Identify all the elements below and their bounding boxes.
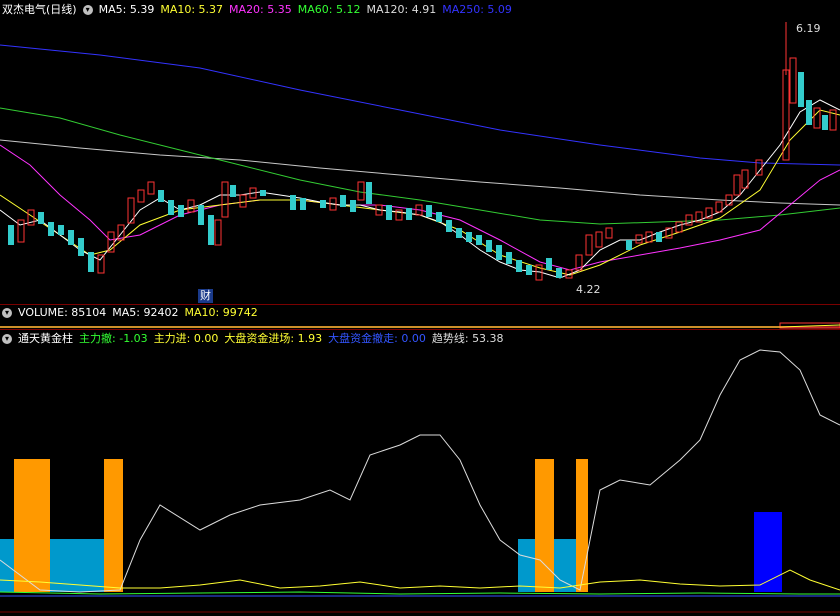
ma60-line	[0, 107, 840, 225]
indicator-item: 趋势线: 53.38	[431, 332, 504, 345]
indicator-title: 通天黄金柱	[18, 332, 73, 345]
ma5-line	[0, 99, 840, 279]
volume-ma5-readout: MA5: 92402	[112, 306, 179, 319]
volume-readout: VOLUME: 85104	[18, 306, 107, 319]
ma20-readout: MA20: 5.35	[229, 3, 292, 16]
indicator-bars	[0, 459, 782, 592]
ma120-line	[0, 139, 840, 206]
volume-bars	[0, 322, 840, 329]
ma5-readout: MA5: 5.39	[98, 3, 155, 16]
indicator-item: 大盘资金进场: 1.93	[224, 332, 323, 345]
ma10-readout: MA10: 5.37	[160, 3, 224, 16]
high-price-label: 6.19	[796, 22, 821, 35]
volume-settings-icon[interactable]: ▾	[2, 308, 12, 318]
indicator-item: 主力撤: -1.03	[79, 332, 148, 345]
ma250-readout: MA250: 5.09	[442, 3, 512, 16]
volume-panel-header: ▾ VOLUME: 85104 MA5: 92402 MA10: 99742	[0, 305, 258, 321]
trend-line	[0, 349, 840, 593]
earnings-badge[interactable]: 财	[198, 289, 213, 303]
exit-flow-line	[0, 591, 840, 595]
ma20-line	[0, 144, 840, 271]
settings-circle-icon[interactable]: ▾	[82, 5, 93, 15]
indicator-panel-header: ▾ 通天黄金柱 主力撤: -1.03 主力进: 0.00 大盘资金进场: 1.9…	[0, 331, 504, 347]
ma60-readout: MA60: 5.12	[297, 3, 361, 16]
ma120-readout: MA120: 4.91	[366, 3, 437, 16]
ma250-line	[0, 44, 840, 166]
indicator-item: 大盘资金撤走: 0.00	[328, 332, 426, 345]
panel-separator	[0, 329, 840, 330]
indicator-item: 主力进: 0.00	[153, 332, 219, 345]
main-panel-header: 双杰电气(日线) ▾ MA5: 5.39 MA10: 5.37 MA20: 5.…	[0, 2, 512, 18]
volume-ma10-readout: MA10: 99742	[184, 306, 258, 319]
ma10-line	[0, 109, 840, 276]
indicator-settings-icon[interactable]: ▾	[2, 334, 12, 344]
main-flow-line	[0, 569, 840, 591]
stock-name: 双杰电气(日线)	[2, 3, 77, 16]
low-price-label: 4.22	[576, 283, 601, 296]
